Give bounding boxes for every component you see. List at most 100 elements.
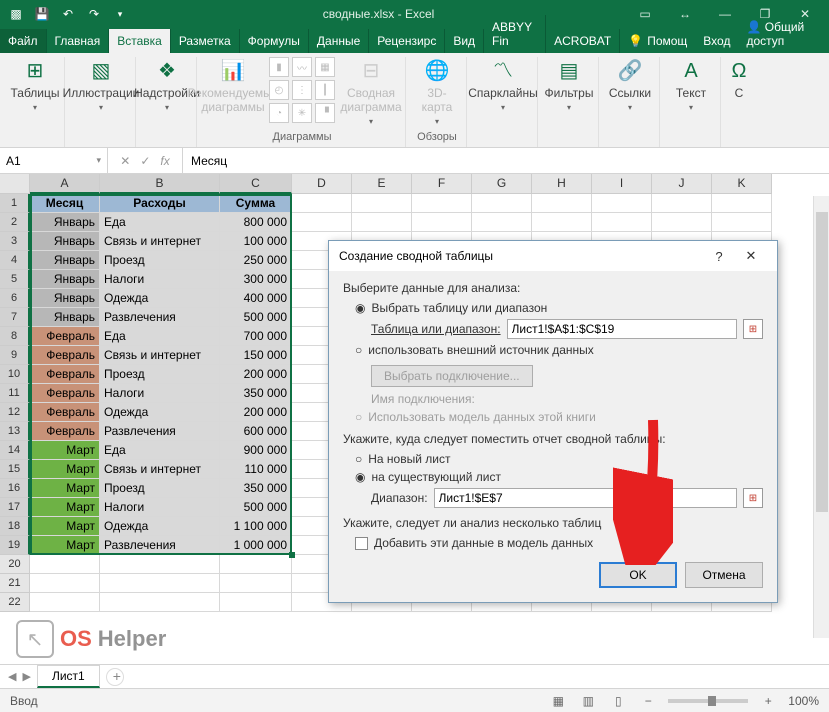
radio-new-sheet[interactable]: ○ На новый лист: [355, 452, 763, 466]
checkbox-add-to-model[interactable]: Добавить эти данные в модель данных: [355, 536, 763, 550]
cell[interactable]: 1 000 000: [220, 536, 292, 555]
row-header[interactable]: 22: [0, 593, 30, 612]
zoom-slider[interactable]: [668, 699, 748, 703]
cancel-formula-icon[interactable]: ✕: [120, 154, 130, 168]
cell[interactable]: Январь: [30, 213, 100, 232]
cell[interactable]: Связь и интернет: [100, 346, 220, 365]
cell[interactable]: [592, 194, 652, 213]
vertical-scrollbar[interactable]: [813, 196, 829, 638]
cell[interactable]: [652, 213, 712, 232]
fx-icon[interactable]: fx: [160, 154, 169, 168]
row-header[interactable]: 20: [0, 555, 30, 574]
cell[interactable]: Февраль: [30, 422, 100, 441]
cell[interactable]: [100, 593, 220, 612]
cell[interactable]: Налоги: [100, 270, 220, 289]
row-header[interactable]: 21: [0, 574, 30, 593]
row-header[interactable]: 13: [0, 422, 30, 441]
cell[interactable]: Месяц: [30, 194, 100, 213]
radio-external-source[interactable]: ○ использовать внешний источник данных: [355, 343, 763, 357]
tell-me[interactable]: 💡Помощ: [620, 29, 695, 53]
cell[interactable]: Март: [30, 498, 100, 517]
location-input[interactable]: [434, 488, 737, 508]
row-header[interactable]: 11: [0, 384, 30, 403]
column-header[interactable]: K: [712, 174, 772, 194]
select-all-corner[interactable]: [0, 174, 30, 194]
formula-input[interactable]: Месяц: [183, 148, 829, 173]
sheet-tab[interactable]: Лист1: [37, 665, 100, 688]
zoom-out-icon[interactable]: −: [638, 694, 658, 708]
cell[interactable]: 300 000: [220, 270, 292, 289]
cell[interactable]: [100, 555, 220, 574]
add-sheet-icon[interactable]: +: [106, 668, 124, 686]
cell[interactable]: 800 000: [220, 213, 292, 232]
recommended-charts-button[interactable]: 📊Рекомендуемые диаграммы: [205, 57, 261, 115]
column-header[interactable]: G: [472, 174, 532, 194]
cell[interactable]: 350 000: [220, 384, 292, 403]
tab-главная[interactable]: Главная: [47, 29, 110, 53]
cell[interactable]: [532, 194, 592, 213]
undo-icon[interactable]: ↶: [58, 4, 78, 24]
row-header[interactable]: 19: [0, 536, 30, 555]
cell[interactable]: [292, 194, 352, 213]
tab-данные[interactable]: Данные: [309, 29, 369, 53]
cell[interactable]: Налоги: [100, 498, 220, 517]
column-header[interactable]: H: [532, 174, 592, 194]
sheet-nav-prev-icon[interactable]: ◀: [8, 670, 16, 683]
cell[interactable]: [100, 574, 220, 593]
column-header[interactable]: I: [592, 174, 652, 194]
column-header[interactable]: E: [352, 174, 412, 194]
3d-map-button[interactable]: 🌐3D-карта▾: [414, 57, 460, 126]
cell[interactable]: Налоги: [100, 384, 220, 403]
cell[interactable]: [412, 213, 472, 232]
cell[interactable]: 350 000: [220, 479, 292, 498]
pie-chart-icon[interactable]: ◔: [269, 103, 289, 123]
tab-file[interactable]: Файл: [0, 29, 47, 53]
cell[interactable]: Проезд: [100, 479, 220, 498]
cell[interactable]: [220, 593, 292, 612]
combo-icon[interactable]: ▝: [315, 103, 335, 123]
cell[interactable]: Февраль: [30, 384, 100, 403]
cell[interactable]: Развлечения: [100, 422, 220, 441]
cell[interactable]: [532, 213, 592, 232]
cell[interactable]: Февраль: [30, 346, 100, 365]
radio-existing-sheet[interactable]: ◉ на существующий лист: [355, 470, 763, 484]
view-page-layout-icon[interactable]: ▥: [578, 694, 598, 708]
zoom-in-icon[interactable]: +: [758, 694, 778, 708]
cell[interactable]: Сумма: [220, 194, 292, 213]
sync-icon[interactable]: ↔: [667, 3, 703, 25]
cell[interactable]: 1 100 000: [220, 517, 292, 536]
cell[interactable]: [712, 213, 772, 232]
column-header[interactable]: C: [220, 174, 292, 194]
cell[interactable]: 500 000: [220, 498, 292, 517]
column-header[interactable]: J: [652, 174, 712, 194]
cell[interactable]: Еда: [100, 213, 220, 232]
bar-chart-icon[interactable]: ▮: [269, 57, 289, 77]
enter-formula-icon[interactable]: ✓: [140, 154, 150, 168]
save-icon[interactable]: 💾: [32, 4, 52, 24]
row-header[interactable]: 17: [0, 498, 30, 517]
text-button[interactable]: AТекст▾: [668, 57, 714, 112]
cell[interactable]: 100 000: [220, 232, 292, 251]
cell[interactable]: Март: [30, 517, 100, 536]
cell[interactable]: [472, 194, 532, 213]
scatter-icon[interactable]: ⋮: [292, 80, 312, 100]
cell[interactable]: [30, 555, 100, 574]
illustrations-button[interactable]: ▧Иллюстрации▾: [73, 57, 129, 112]
cell[interactable]: Проезд: [100, 251, 220, 270]
cell[interactable]: [30, 574, 100, 593]
qat-customize-icon[interactable]: ▾: [110, 4, 130, 24]
sheet-nav-next-icon[interactable]: ▶: [22, 670, 30, 683]
cell[interactable]: Февраль: [30, 365, 100, 384]
stock-icon[interactable]: ┃: [315, 80, 335, 100]
redo-icon[interactable]: ↷: [84, 4, 104, 24]
cell[interactable]: [352, 194, 412, 213]
row-header[interactable]: 2: [0, 213, 30, 232]
view-normal-icon[interactable]: ▦: [548, 694, 568, 708]
ok-button[interactable]: OK: [599, 562, 677, 588]
cell[interactable]: [30, 593, 100, 612]
cell[interactable]: [472, 213, 532, 232]
dialog-help-icon[interactable]: ?: [703, 249, 735, 264]
row-header[interactable]: 14: [0, 441, 30, 460]
row-header[interactable]: 8: [0, 327, 30, 346]
cell[interactable]: [592, 213, 652, 232]
